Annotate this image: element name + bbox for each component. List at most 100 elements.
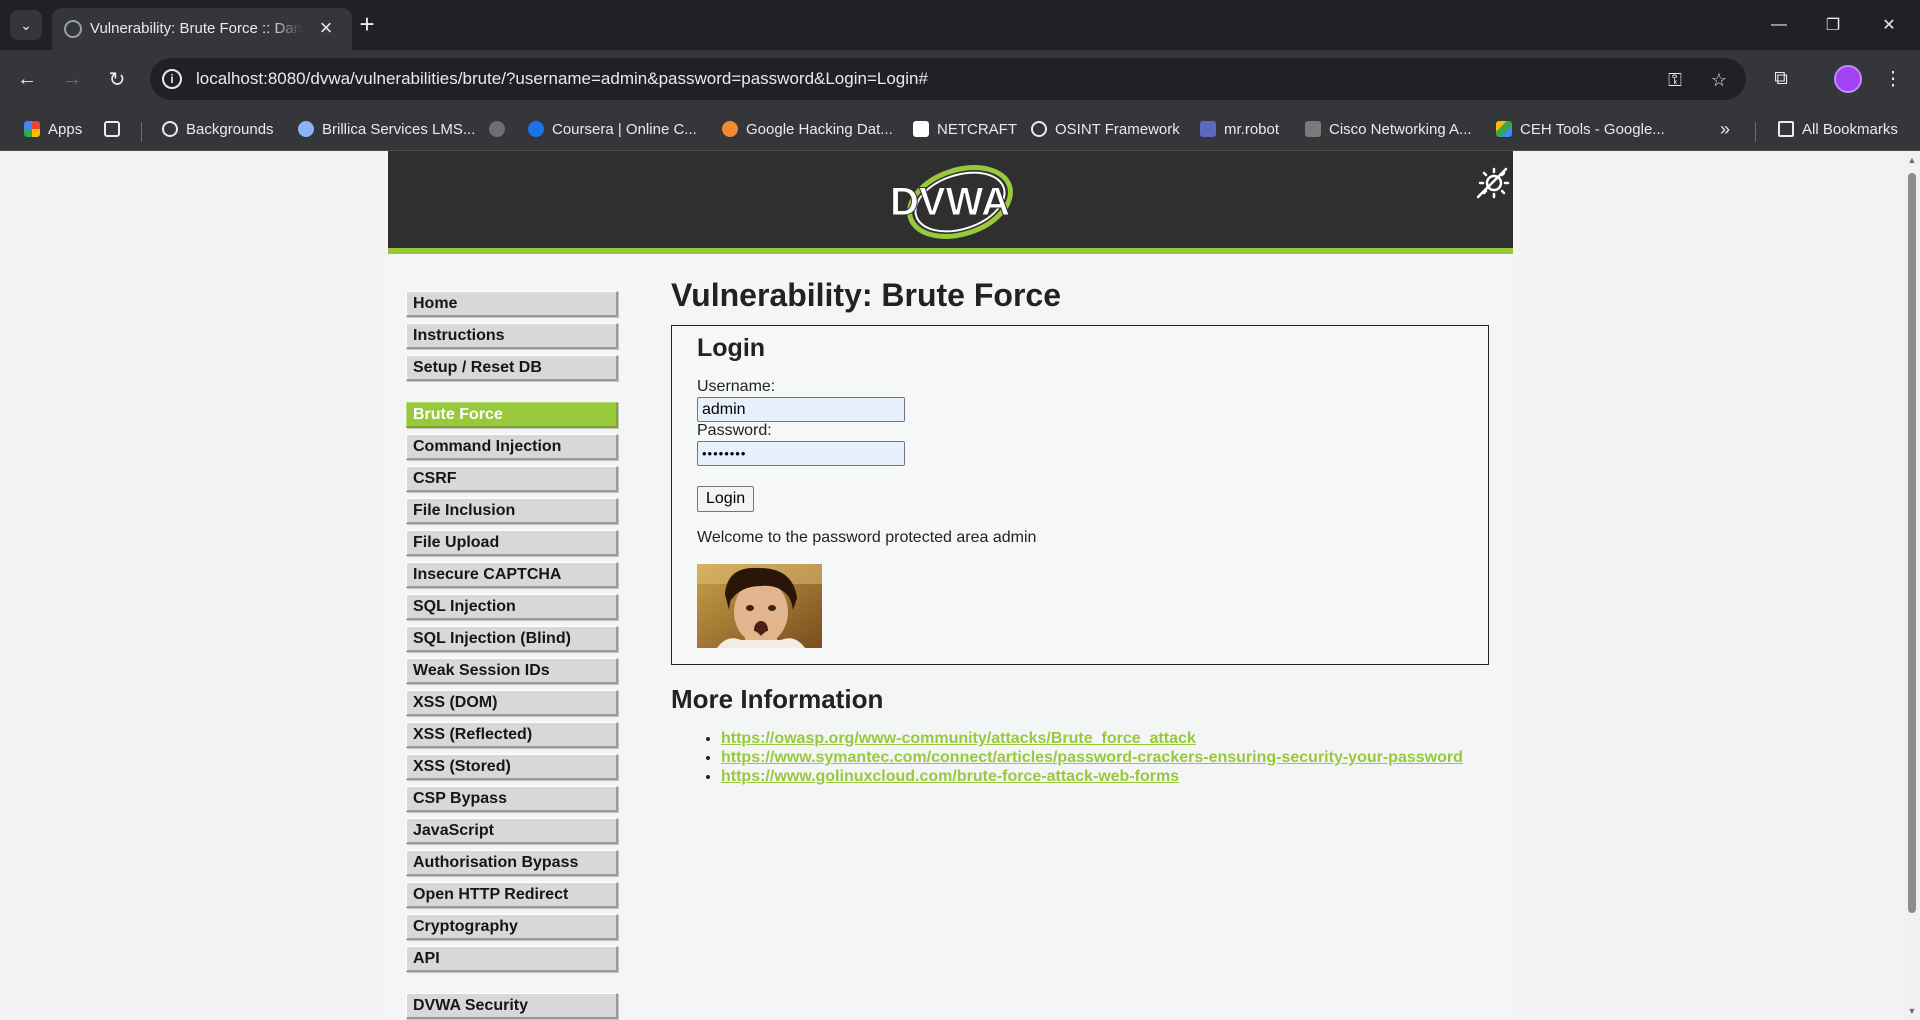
forward-button[interactable]: → (57, 64, 87, 94)
username-label: Username: (697, 378, 776, 395)
bookmarks-divider (1755, 122, 1756, 142)
site-info-icon[interactable]: i (162, 69, 182, 89)
bookmark-ceh-tools[interactable]: CEH Tools - Google... (1496, 117, 1665, 141)
login-button[interactable]: Login (697, 486, 755, 512)
menu-item-command-injection[interactable]: Command Injection (406, 434, 618, 460)
menu-item-cryptography[interactable]: Cryptography (406, 914, 618, 940)
menu-item-xss-reflected[interactable]: XSS (Reflected) (406, 722, 618, 748)
profile-avatar[interactable] (1834, 65, 1862, 93)
bookmark-cisco[interactable]: Cisco Networking A... (1305, 117, 1472, 141)
new-tab-button[interactable]: + (352, 10, 382, 40)
menu-item-home[interactable]: Home (406, 291, 618, 317)
page-scrollbar[interactable]: ▲ ▼ (1904, 151, 1920, 1020)
scroll-down-arrow-icon[interactable]: ▼ (1907, 1006, 1917, 1016)
menu-item-brute-force[interactable]: Brute Force (406, 402, 618, 428)
menu-item-dvwa-security[interactable]: DVWA Security (406, 993, 618, 1019)
dvwa-container: DVWA Home Instructions Setup / Reset DB (388, 151, 1513, 1020)
drive-icon (1496, 121, 1512, 137)
restore-button[interactable]: ❐ (1810, 8, 1856, 42)
list-item: https://owasp.org/www-community/attacks/… (721, 729, 1491, 748)
kebab-menu-icon[interactable]: ⋮ (1878, 64, 1908, 94)
bookmarks-bar: Apps Backgrounds Brillica Services LMS..… (0, 108, 1920, 151)
url-text[interactable]: localhost:8080/dvwa/vulnerabilities/brut… (196, 69, 928, 89)
bookmark-label: Google Hacking Dat... (746, 120, 893, 138)
extensions-puzzle-icon[interactable]: ⧉ (1766, 64, 1796, 94)
bookmark-apps[interactable]: Apps (24, 117, 82, 141)
browser-toolbar: ← → ↻ i localhost:8080/dvwa/vulnerabilit… (0, 50, 1920, 108)
password-key-icon[interactable]: ⚿ (1662, 67, 1688, 93)
reload-button[interactable]: ↻ (102, 64, 132, 94)
bookmark-brillica[interactable]: Brillica Services LMS... (298, 117, 475, 141)
bookmarks-divider (141, 122, 142, 142)
bookmark-site[interactable] (489, 117, 513, 141)
bookmark-google-hacking[interactable]: Google Hacking Dat... (722, 117, 893, 141)
menu-item-weak-session-ids[interactable]: Weak Session IDs (406, 658, 618, 684)
menu-item-instructions[interactable]: Instructions (406, 323, 618, 349)
close-window-button[interactable]: ✕ (1866, 8, 1912, 42)
menu-item-sql-injection[interactable]: SQL Injection (406, 594, 618, 620)
username-input[interactable]: admin (697, 397, 905, 422)
tab-groups-icon (104, 121, 120, 137)
tab-groups-button[interactable] (104, 117, 128, 141)
site-icon (489, 121, 505, 137)
list-item: https://www.golinuxcloud.com/brute-force… (721, 767, 1491, 786)
bookmark-star-icon[interactable]: ☆ (1706, 67, 1732, 93)
tab-title: Vulnerability: Brute Force :: Damn Vulne… (90, 20, 302, 37)
mrrobot-icon (1200, 121, 1216, 137)
dvwa-logo: DVWA (890, 165, 1013, 239)
bookmark-osint[interactable]: OSINT Framework (1031, 117, 1180, 141)
bookmark-coursera[interactable]: Coursera | Online C... (528, 117, 697, 141)
all-bookmarks-label: All Bookmarks (1802, 120, 1898, 138)
tab-search-button[interactable]: ⌄ (10, 10, 42, 40)
link-symantec[interactable]: https://www.symantec.com/connect/article… (721, 749, 1463, 766)
menu-item-csp-bypass[interactable]: CSP Bypass (406, 786, 618, 812)
chevron-down-icon: ⌄ (20, 16, 32, 33)
svg-text:DVWA: DVWA (890, 180, 1010, 224)
back-button[interactable]: ← (12, 64, 42, 94)
bookmark-label: OSINT Framework (1055, 120, 1180, 138)
dvwa-header: DVWA (388, 151, 1513, 254)
tab-close-icon[interactable]: × (314, 17, 338, 41)
menu-item-setup[interactable]: Setup / Reset DB (406, 355, 618, 381)
menu-item-javascript[interactable]: JavaScript (406, 818, 618, 844)
menu-item-sql-injection-blind[interactable]: SQL Injection (Blind) (406, 626, 618, 652)
all-bookmarks-button[interactable]: All Bookmarks (1778, 117, 1898, 141)
apps-grid-icon (24, 121, 40, 137)
theme-toggle-icon[interactable] (1474, 165, 1510, 201)
bookmark-label: Brillica Services LMS... (322, 120, 476, 138)
bookmark-mrrobot[interactable]: mr.robot (1200, 117, 1279, 141)
menu-group-main: Home Instructions Setup / Reset DB (406, 291, 618, 381)
menu-item-file-inclusion[interactable]: File Inclusion (406, 498, 618, 524)
scroll-up-arrow-icon[interactable]: ▲ (1907, 155, 1917, 165)
minimize-button[interactable]: — (1756, 8, 1802, 42)
menu-item-csrf[interactable]: CSRF (406, 466, 618, 492)
password-input[interactable]: •••••••• (697, 441, 905, 466)
reload-icon: ↻ (108, 68, 126, 91)
menu-item-authorisation-bypass[interactable]: Authorisation Bypass (406, 850, 618, 876)
exploitdb-icon (722, 121, 738, 137)
link-owasp[interactable]: https://owasp.org/www-community/attacks/… (721, 730, 1196, 747)
arrow-right-icon: → (62, 67, 82, 90)
menu-item-insecure-captcha[interactable]: Insecure CAPTCHA (406, 562, 618, 588)
globe-icon (1031, 121, 1047, 137)
menu-item-api[interactable]: API (406, 946, 618, 972)
bookmark-backgrounds[interactable]: Backgrounds (162, 117, 274, 141)
link-golinuxcloud[interactable]: https://www.golinuxcloud.com/brute-force… (721, 768, 1179, 785)
main-content: Vulnerability: Brute Force Login Usernam… (671, 275, 1491, 786)
dvwa-menu: Home Instructions Setup / Reset DB Brute… (406, 291, 618, 1020)
menu-item-file-upload[interactable]: File Upload (406, 530, 618, 556)
menu-item-xss-dom[interactable]: XSS (DOM) (406, 690, 618, 716)
coursera-icon (528, 121, 544, 137)
brillica-icon (298, 121, 314, 137)
menu-item-xss-stored[interactable]: XSS (Stored) (406, 754, 618, 780)
active-tab[interactable]: Vulnerability: Brute Force :: Damn Vulne… (52, 8, 352, 50)
more-bookmarks-chevron-icon[interactable]: » (1720, 117, 1730, 141)
cisco-icon (1305, 121, 1321, 137)
menu-item-open-http-redirect[interactable]: Open HTTP Redirect (406, 882, 618, 908)
menu-group-vulnerabilities: Brute Force Command Injection CSRF File … (406, 402, 618, 972)
bookmark-netcraft[interactable]: NETCRAFT (913, 117, 1017, 141)
address-bar[interactable]: i localhost:8080/dvwa/vulnerabilities/br… (150, 58, 1746, 100)
admin-avatar-image (697, 564, 822, 648)
scrollbar-thumb[interactable] (1908, 173, 1916, 913)
bookmark-label: CEH Tools - Google... (1520, 120, 1665, 138)
